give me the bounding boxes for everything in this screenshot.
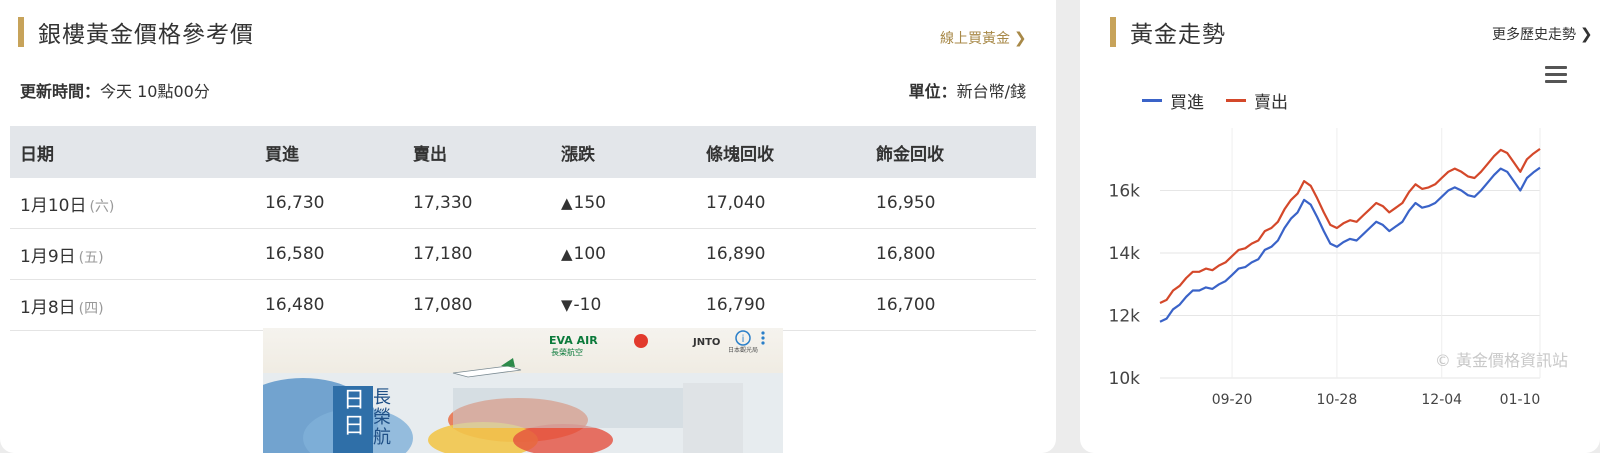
legend-line-sell	[1226, 99, 1246, 102]
bar-recycle-cell: 16,790	[705, 279, 875, 331]
hamburger-menu-icon[interactable]	[1545, 66, 1567, 87]
chart-series-lines	[1159, 148, 1541, 323]
weekday: (五)	[78, 249, 104, 266]
update-time-label: 更新時間：	[20, 82, 101, 101]
chevron-right-icon: ❯	[1014, 29, 1027, 47]
date: 1月10日	[20, 195, 87, 216]
chevron-right-icon: ❯	[1580, 25, 1593, 43]
date-cell: 1月10日 (六)	[10, 178, 264, 229]
ad-headline: 長榮航	[373, 387, 391, 448]
eva-air-logo-sub: 長榮航空	[551, 348, 583, 357]
change-value: 100	[573, 244, 606, 264]
change-value: -10	[573, 295, 602, 315]
svg-text:i: i	[742, 334, 745, 345]
buy-gold-online-link[interactable]: 線上買黃金 ❯	[940, 28, 1027, 48]
chart-watermark: © 黃金價格資訊站	[1435, 351, 1568, 370]
date-cell: 1月8日 (四)	[10, 279, 264, 331]
change-value: 150	[573, 193, 606, 213]
y-tick-label: 14k	[1109, 244, 1141, 264]
buy-cell: 16,480	[264, 279, 412, 331]
gold-trend-chart: 10k 12k 14k 16k 09-20 10-28 12-04 01-10 © 黃金價格…	[1109, 128, 1568, 408]
change-cell: ▲150	[560, 178, 705, 229]
chart-y-tick-labels: 10k 12k 14k 16k	[1109, 182, 1141, 390]
column-header-date: 日期	[10, 126, 264, 178]
series-line-sell	[1159, 148, 1541, 304]
date: 1月8日	[20, 297, 76, 318]
sell-cell: 17,080	[412, 279, 560, 331]
weekday: (六)	[89, 198, 115, 215]
change-cell: ▼-10	[560, 279, 705, 331]
gold-price-title-row: 銀樓黃金價格參考價	[18, 17, 254, 48]
weekday: (四)	[78, 300, 104, 317]
gold-price-card: 銀樓黃金價格參考價 線上買黃金 ❯ 更新時間：今天 10點00分 單位：新台幣/…	[0, 0, 1056, 453]
down-triangle-icon: ▼	[561, 296, 573, 314]
y-tick-label: 12k	[1109, 307, 1141, 327]
more-history-link[interactable]: 更多歷史走勢 ❯	[1492, 24, 1593, 44]
title-accent-bar	[1110, 17, 1116, 47]
legend-line-buy	[1142, 99, 1162, 102]
buy-cell: 16,580	[264, 228, 412, 280]
svg-text:日本觀光局: 日本觀光局	[728, 346, 758, 354]
y-tick-label: 10k	[1109, 369, 1141, 389]
update-time: 更新時間：今天 10點00分	[20, 78, 210, 102]
up-triangle-icon: ▲	[561, 245, 573, 263]
gold-trend-title: 黃金走勢	[1130, 22, 1226, 48]
bar-recycle-cell: 17,040	[705, 178, 875, 229]
eva-air-logo: EVA AIR	[549, 334, 598, 347]
x-tick-label: 12-04	[1421, 392, 1462, 408]
sell-cell: 17,180	[412, 228, 560, 280]
buy-cell: 16,730	[264, 178, 412, 229]
table-row: 1月9日 (五) 16,580 17,180 ▲100 16,890 16,800	[10, 228, 1036, 280]
jewelry-recycle-cell: 16,800	[875, 228, 1036, 280]
chart-grid	[1160, 128, 1541, 379]
update-time-value: 今天 10點00分	[100, 82, 210, 101]
eva-air-advertisement[interactable]: i 日本觀光局 EVA AIR 長榮航空 JNTO 日日 長榮航	[263, 328, 783, 453]
unit-value: 新台幣/錢	[956, 82, 1026, 101]
more-history-label: 更多歷史走勢	[1492, 27, 1576, 43]
column-header-bar-recycle: 條塊回收	[705, 126, 875, 178]
y-tick-label: 16k	[1109, 182, 1141, 202]
gold-price-title: 銀樓黃金價格參考價	[38, 22, 254, 48]
unit-label: 單位：	[908, 82, 957, 101]
bar-recycle-cell: 16,890	[705, 228, 875, 280]
change-cell: ▲100	[560, 228, 705, 280]
ad-big-text: 日日	[343, 388, 366, 439]
table-row: 1月8日 (四) 16,480 17,080 ▼-10 16,790 16,700	[10, 279, 1036, 331]
x-tick-label: 09-20	[1212, 392, 1253, 408]
jnto-logo: JNTO	[693, 337, 721, 348]
x-tick-label: 01-10	[1500, 392, 1541, 408]
gold-trend-title-row: 黃金走勢	[1110, 17, 1226, 48]
column-header-buy: 買進	[264, 126, 412, 178]
column-header-jewelry-recycle: 飾金回收	[875, 126, 1036, 178]
buy-gold-online-label: 線上買黃金	[940, 31, 1010, 47]
column-header-sell: 賣出	[412, 126, 560, 178]
date: 1月9日	[20, 246, 76, 267]
x-tick-label: 10-28	[1317, 392, 1358, 408]
jewelry-recycle-cell: 16,700	[875, 279, 1036, 331]
up-triangle-icon: ▲	[561, 194, 573, 212]
chart-x-tick-labels: 09-20 10-28 12-04 01-10	[1212, 392, 1541, 408]
table-header-row: 日期 買進 賣出 漲跌 條塊回收 飾金回收	[10, 126, 1036, 178]
column-header-change: 漲跌	[560, 126, 705, 178]
date-cell: 1月9日 (五)	[10, 228, 264, 280]
jewelry-recycle-cell: 16,950	[875, 178, 1036, 229]
sell-cell: 17,330	[412, 178, 560, 229]
table-row: 1月10日 (六) 16,730 17,330 ▲150 17,040 16,95…	[10, 178, 1036, 229]
title-accent-bar	[18, 17, 24, 47]
gold-price-table: 日期 買進 賣出 漲跌 條塊回收 飾金回收 1月10日 (六) 16,730 17…	[10, 126, 1036, 331]
unit-info: 單位：新台幣/錢	[909, 78, 1026, 102]
